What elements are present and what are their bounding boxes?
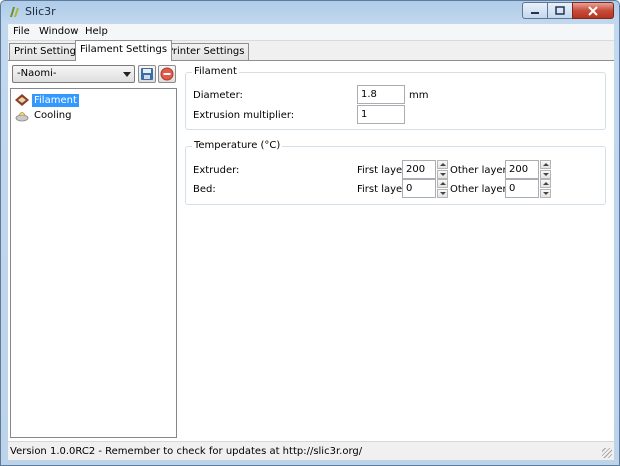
filament-group: Filament Diameter: 1.8 mm Extrusion mult… bbox=[185, 66, 606, 130]
app-window: Slic3r File Window Help Print Settings F… bbox=[0, 0, 620, 466]
resize-grip-icon[interactable] bbox=[602, 448, 612, 458]
tree-item-filament[interactable]: Filament bbox=[15, 93, 79, 107]
delete-preset-button[interactable] bbox=[158, 65, 176, 83]
arrow-down-icon bbox=[542, 173, 549, 176]
diameter-input[interactable]: 1.8 bbox=[357, 85, 405, 104]
filament-settings-panel: -Naomi- Filament Cooling Filament Diamet… bbox=[8, 60, 614, 441]
preset-dropdown[interactable]: -Naomi- bbox=[12, 65, 135, 83]
status-bar: Version 1.0.0RC2 - Remember to check for… bbox=[8, 441, 614, 460]
preset-selected-value: -Naomi- bbox=[17, 68, 57, 79]
save-preset-button[interactable] bbox=[138, 65, 156, 83]
extruder-label: Extruder: bbox=[193, 165, 240, 176]
extruder-other-layers-input[interactable]: 200 bbox=[505, 160, 539, 179]
spool-icon bbox=[15, 93, 29, 106]
status-text: Version 1.0.0RC2 - Remember to check for… bbox=[10, 446, 363, 457]
delete-icon bbox=[160, 67, 174, 81]
temperature-group: Temperature (°C) Extruder: First layer: … bbox=[185, 140, 606, 205]
bed-first-layer-input[interactable]: 0 bbox=[402, 179, 436, 198]
diameter-label: Diameter: bbox=[193, 90, 243, 101]
extrusion-multiplier-input[interactable]: 1 bbox=[357, 105, 405, 124]
minimize-button[interactable] bbox=[522, 2, 548, 19]
close-button[interactable] bbox=[572, 2, 614, 19]
close-icon bbox=[588, 5, 598, 16]
arrow-up-icon bbox=[439, 163, 446, 166]
extruder-first-layer-spinner[interactable] bbox=[437, 160, 448, 179]
window-title: Slic3r bbox=[25, 5, 56, 18]
slic3r-logo-icon bbox=[10, 7, 19, 17]
arrow-up-icon bbox=[439, 182, 446, 185]
tab-printer-settings[interactable]: Printer Settings bbox=[162, 43, 250, 60]
menu-bar: File Window Help bbox=[8, 24, 614, 41]
arrow-down-icon bbox=[542, 192, 549, 195]
extruder-other-layers-spinner[interactable] bbox=[540, 160, 551, 179]
client-area: File Window Help Print Settings Filament… bbox=[8, 24, 614, 460]
save-icon bbox=[141, 68, 153, 80]
bed-first-layer-spinner[interactable] bbox=[437, 179, 448, 198]
minimize-icon bbox=[531, 11, 539, 14]
arrow-up-icon bbox=[542, 182, 549, 185]
menu-help[interactable]: Help bbox=[85, 26, 108, 37]
tree-item-cooling[interactable]: Cooling bbox=[15, 108, 73, 122]
extruder-first-layer-input[interactable]: 200 bbox=[402, 160, 436, 179]
bed-other-layers-spinner[interactable] bbox=[540, 179, 551, 198]
tree-item-label: Cooling bbox=[34, 109, 72, 121]
chevron-down-icon bbox=[123, 72, 131, 77]
spin-down-button[interactable] bbox=[540, 170, 551, 179]
spin-down-button[interactable] bbox=[437, 170, 448, 179]
spin-up-button[interactable] bbox=[437, 179, 448, 188]
group-title: Temperature (°C) bbox=[192, 140, 283, 151]
tab-filament-settings[interactable]: Filament Settings bbox=[75, 40, 173, 61]
arrow-up-icon bbox=[542, 163, 549, 166]
maximize-icon bbox=[555, 6, 565, 15]
extrusion-multiplier-label: Extrusion multiplier: bbox=[193, 110, 295, 121]
menu-window[interactable]: Window bbox=[39, 26, 78, 37]
diameter-unit: mm bbox=[409, 90, 429, 101]
fan-icon bbox=[15, 111, 29, 121]
spin-up-button[interactable] bbox=[437, 160, 448, 169]
arrow-down-icon bbox=[439, 173, 446, 176]
group-title: Filament bbox=[192, 66, 239, 77]
spin-up-button[interactable] bbox=[540, 179, 551, 188]
arrow-down-icon bbox=[439, 192, 446, 195]
spin-down-button[interactable] bbox=[437, 189, 448, 198]
bed-other-layers-input[interactable]: 0 bbox=[505, 179, 539, 198]
maximize-button[interactable] bbox=[547, 2, 573, 19]
settings-page-tree[interactable]: Filament Cooling bbox=[10, 88, 177, 438]
spin-up-button[interactable] bbox=[540, 160, 551, 169]
title-bar[interactable]: Slic3r bbox=[1, 1, 619, 23]
spin-down-button[interactable] bbox=[540, 189, 551, 198]
tree-item-label: Filament bbox=[32, 93, 79, 107]
menu-file[interactable]: File bbox=[13, 26, 30, 37]
bed-label: Bed: bbox=[193, 184, 216, 195]
